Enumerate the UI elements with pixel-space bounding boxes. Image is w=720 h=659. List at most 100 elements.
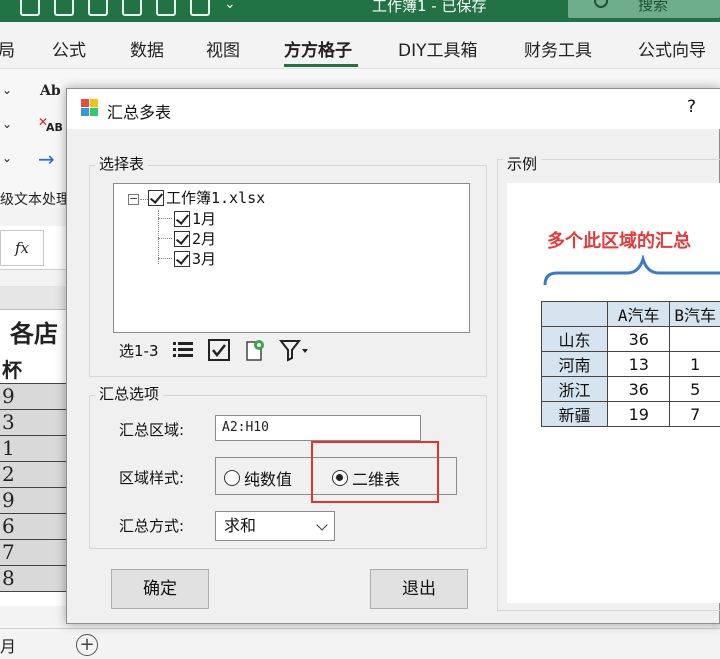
locate-icon[interactable] (243, 338, 267, 362)
tree-connector (158, 218, 172, 219)
tree-connector (158, 238, 172, 239)
table-row: 河南 13 1 (540, 351, 720, 377)
tree-root-node[interactable]: 工作簿1.xlsx (148, 187, 265, 208)
tab-formulas[interactable]: 公式 (52, 36, 86, 61)
insert-function-button[interactable]: fx (0, 230, 44, 266)
worksheet-grid[interactable]: 各店 杯 9 3 1 2 9 6 7 8 (0, 286, 66, 606)
arrow-right-icon[interactable]: → (38, 147, 55, 171)
search-label: 搜索 (638, 0, 669, 14)
dialog-title: 汇总多表 (107, 103, 172, 122)
summary-method-select[interactable]: 求和 (215, 511, 335, 541)
checkbox-checked-icon[interactable] (148, 189, 164, 206)
chevron-down-icon (316, 519, 328, 531)
table-row[interactable]: 9 (0, 384, 66, 410)
excel-title-bar: ⌄ 工作簿1 - 已保存 搜索 (0, 0, 720, 22)
checkbox-checked-icon[interactable] (174, 230, 190, 247)
filter-icon[interactable] (278, 338, 308, 362)
table-row: 山东 36 (540, 326, 720, 352)
tab-layout[interactable]: 局 (0, 36, 15, 61)
radio-unselected-icon (224, 470, 240, 486)
table-row[interactable]: 3 (0, 410, 66, 436)
tab-finance-tools[interactable]: 财务工具 (524, 36, 592, 61)
tab-fangfang[interactable]: 方方格子 (284, 36, 352, 61)
example-table: A汽车 B汽车 山东 36 河南 13 1 浙江 36 5 新疆 19 7 (540, 301, 720, 427)
table-row[interactable]: 6 (0, 514, 66, 540)
title-cell[interactable]: 各店 (0, 310, 66, 358)
example-preview: 多个此区域的汇总 A汽车 B汽车 山东 36 河南 13 1 浙江 36 5 新… (507, 183, 720, 603)
radio-pure-values[interactable]: 纯数值 (224, 466, 292, 490)
tab-formula-wizard[interactable]: 公式向导 (638, 36, 706, 61)
list-icon[interactable] (171, 338, 195, 362)
chart-icon[interactable] (122, 0, 142, 16)
tab-view[interactable]: 视图 (206, 36, 240, 61)
tree-connector (158, 258, 172, 259)
sheet-tab[interactable]: 月 (0, 633, 16, 657)
row-header-cell: 河南 (540, 351, 609, 377)
new-file-icon[interactable] (54, 0, 74, 16)
table-row: A汽车 B汽车 (540, 301, 720, 327)
save-icon[interactable] (20, 0, 40, 16)
check-all-icon[interactable] (207, 338, 231, 362)
tree-child-node[interactable]: 1月 (174, 208, 216, 229)
value-cell: 5 (669, 376, 720, 402)
sheet-tree[interactable]: − 工作簿1.xlsx 1月 2月 3月 (113, 183, 470, 333)
customize-chevron-icon[interactable]: ⌄ (224, 0, 236, 16)
column-header-cell: A汽车 (607, 301, 671, 327)
sheet-tab-bar: 月 + (0, 628, 720, 659)
value-cell: 1 (669, 351, 720, 377)
sheet-name: 1月 (192, 210, 217, 228)
chevron-down-icon[interactable]: ⌄ (2, 83, 12, 97)
table-row[interactable]: 2 (0, 462, 66, 488)
checkbox-checked-icon[interactable] (174, 210, 190, 227)
chevron-down-icon[interactable]: ⌄ (2, 117, 12, 131)
add-sheet-button[interactable]: + (76, 634, 98, 656)
ok-button[interactable]: 确定 (111, 569, 209, 609)
selection-range-label: 选1-3 (119, 341, 159, 360)
workbook-name: 工作簿1.xlsx (166, 189, 266, 207)
table-row[interactable]: 9 (0, 488, 66, 514)
text-processing-label[interactable]: 级文本处理 (0, 189, 70, 209)
ab-label[interactable]: Ab (40, 83, 61, 99)
help-button[interactable]: ? (687, 97, 696, 117)
row-header-cell: 山东 (540, 326, 609, 352)
range-input[interactable]: A2:H10 (215, 415, 421, 441)
tree-connector (140, 199, 148, 200)
value-cell: 7 (669, 401, 720, 427)
value-cell: 19 (607, 401, 671, 427)
table-row[interactable]: 7 (0, 540, 66, 566)
search-box[interactable]: 搜索 (568, 0, 720, 18)
collapse-icon[interactable]: − (128, 193, 139, 205)
table-row[interactable]: 8 (0, 566, 66, 592)
text-box-icon[interactable] (190, 0, 210, 16)
brace-icon (543, 255, 720, 286)
workbook-title: 工作簿1 - 已保存 (372, 0, 487, 15)
range-label: 汇总区域: (119, 421, 185, 439)
active-tab-underline (284, 64, 358, 67)
column-header-cell: B汽车 (669, 301, 720, 327)
tree-child-node[interactable]: 3月 (174, 248, 216, 269)
shapes-icon[interactable] (156, 0, 176, 16)
checkbox-checked-icon[interactable] (174, 250, 190, 267)
ab2-label: AB (46, 121, 63, 134)
red-highlight-box (311, 441, 439, 503)
dialog-title-bar[interactable]: 汇总多表 ? (67, 89, 720, 129)
corner-cell (540, 301, 609, 327)
column-header[interactable] (0, 286, 66, 310)
summary-method-value: 求和 (224, 516, 257, 535)
tree-child-node[interactable]: 2月 (174, 228, 216, 249)
region-style-label: 区域样式: (119, 469, 185, 487)
row-header-cell: 新疆 (540, 401, 609, 427)
exit-button[interactable]: 退出 (370, 569, 468, 609)
value-cell: 36 (607, 326, 671, 352)
search-icon (594, 0, 608, 8)
ribbon-tabs: 局 公式 数据 视图 方方格子 DIY工具箱 财务工具 公式向导 (0, 22, 720, 68)
tab-data[interactable]: 数据 (130, 36, 164, 61)
chevron-down-icon[interactable]: ⌄ (2, 151, 12, 165)
row-header-cell: 浙江 (540, 376, 609, 402)
table-row[interactable]: 杯 (0, 358, 66, 384)
tab-diy-toolbox[interactable]: DIY工具箱 (398, 36, 478, 61)
value-cell: 36 (607, 376, 671, 402)
sort-icon[interactable] (88, 0, 108, 16)
table-row[interactable]: 1 (0, 436, 66, 462)
app-icon (81, 99, 99, 117)
